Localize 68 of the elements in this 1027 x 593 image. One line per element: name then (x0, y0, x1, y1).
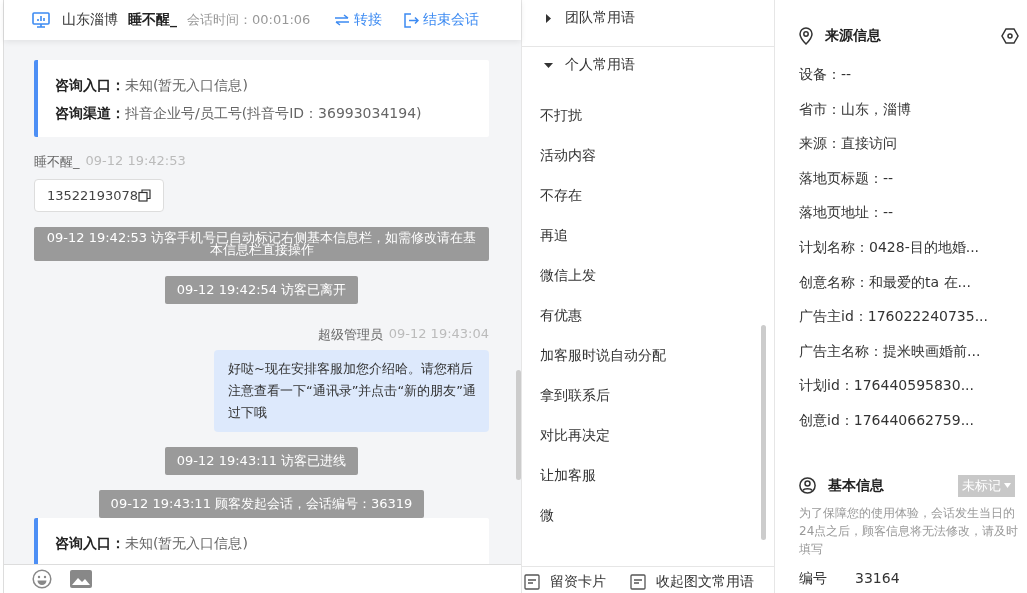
visitor-location: 山东淄博 (62, 11, 118, 29)
emoji-icon[interactable] (32, 569, 52, 589)
entry-label: 咨询渠道： (55, 105, 125, 121)
caret-icon (1004, 483, 1011, 489)
entry-value: 抖音企业号/员工号(抖音号ID：36993034194) (125, 105, 422, 121)
caret-icon (544, 60, 553, 70)
phrase-item[interactable]: 不打扰 (522, 95, 774, 135)
caret-icon (544, 13, 553, 23)
system-message: 09-12 19:42:54 访客已离开 (164, 276, 359, 304)
entry-value: 未知(暂无入口信息) (125, 535, 248, 551)
phrase-item[interactable]: 不存在 (522, 175, 774, 215)
source-info-row-text: 落地页标题：-- (799, 168, 895, 188)
message-text: 13522193078 (47, 188, 138, 203)
source-info-row-text: 广告主名称：提米映画婚前... (799, 341, 982, 361)
sender-name: 超级管理员 (317, 326, 383, 344)
system-message: 09-12 19:42:53 访客手机号已自动标记右侧基本信息栏，如需修改请在基本信息栏直接操作 (34, 227, 489, 261)
source-info-row-text: 来源：直接访问 (799, 134, 898, 154)
field-label: 编号 (799, 569, 827, 588)
end-session-button[interactable]: 结束会话 (404, 11, 480, 29)
source-info-row-text: 广告主id：176022240735... (799, 307, 989, 327)
message-bubble: 好哒~现在安排客服加您介绍哈。请您稍后注意查看一下“通讯录”并点击“新的朋友”通过下哦 (214, 350, 489, 432)
document-icon (630, 574, 646, 590)
phrase-item[interactable]: 拿到联系后 (522, 375, 774, 415)
location-pin-icon (799, 27, 813, 45)
source-info-row-text: 设备：-- (799, 65, 853, 84)
message-time: 09-12 19:42:53 (85, 153, 186, 170)
sender-name: 睡不醒_ (34, 153, 80, 171)
phrase-group-header[interactable]: 个人常用语 (522, 47, 774, 83)
scrollbar-thumb[interactable] (516, 370, 521, 480)
entry-label: 咨询入口： (55, 535, 125, 551)
collapse-phrases-button[interactable]: 收起图文常用语 (630, 573, 754, 591)
session-duration: 会话时间：00:01:06 (187, 11, 311, 29)
source-info-row-text: 计划id：176440595830... (799, 376, 975, 396)
phrase-item[interactable]: 有优惠 (522, 295, 774, 335)
system-message: 09-12 19:43:11 访客已进线 (164, 447, 359, 475)
phrase-item[interactable]: 微信上发 (522, 255, 774, 295)
monitor-icon (32, 12, 50, 28)
phrase-item[interactable]: 让加客服 (522, 455, 774, 495)
source-info-row-text: 创意id：176440662759... (799, 410, 975, 430)
document-icon (524, 574, 540, 590)
message-time: 09-12 19:43:04 (388, 326, 489, 343)
scrollbar-thumb[interactable] (761, 325, 766, 540)
system-message: 09-12 19:43:11 顾客发起会话，会话编号：36319 (98, 490, 425, 518)
entry-value: 未知(暂无入口信息) (125, 77, 248, 93)
user-icon (799, 477, 816, 495)
entry-label: 咨询入口： (55, 77, 125, 93)
field-value: 33164 (855, 569, 900, 588)
visitor-name: 睡不醒_ (128, 11, 177, 29)
image-icon[interactable] (70, 570, 92, 588)
notice-text: 为了保障您的使用体验，会话发生当日的24点之后，顾客信息将无法修改，请及时填写 (799, 504, 1019, 558)
settings-icon[interactable] (1001, 28, 1019, 44)
section-title: 来源信息 (825, 27, 881, 45)
source-info-row-text: 计划名称：0428-目的地婚... (799, 237, 981, 257)
swap-icon (334, 14, 351, 26)
source-info-row-text: 创意名称：和最爱的ta 在... (799, 272, 972, 292)
source-info-row-text: 省市：山东，淄博 (799, 99, 912, 119)
lead-card-button[interactable]: 留资卡片 (524, 573, 606, 591)
source-info-row-text: 落地页地址：-- (799, 203, 895, 223)
phrase-item[interactable]: 再追 (522, 215, 774, 255)
phrase-item[interactable]: 活动内容 (522, 135, 774, 175)
transfer-button[interactable]: 转接 (334, 11, 383, 29)
phrase-group-header[interactable]: 团队常用语 (522, 0, 774, 47)
phrase-item[interactable]: 加客服时说自动分配 (522, 335, 774, 375)
phrase-item[interactable]: 微 (522, 495, 774, 535)
copy-icon[interactable] (138, 189, 151, 202)
exit-icon (404, 12, 420, 28)
section-title: 基本信息 (828, 476, 884, 495)
phrase-item[interactable]: 对比再决定 (522, 415, 774, 455)
